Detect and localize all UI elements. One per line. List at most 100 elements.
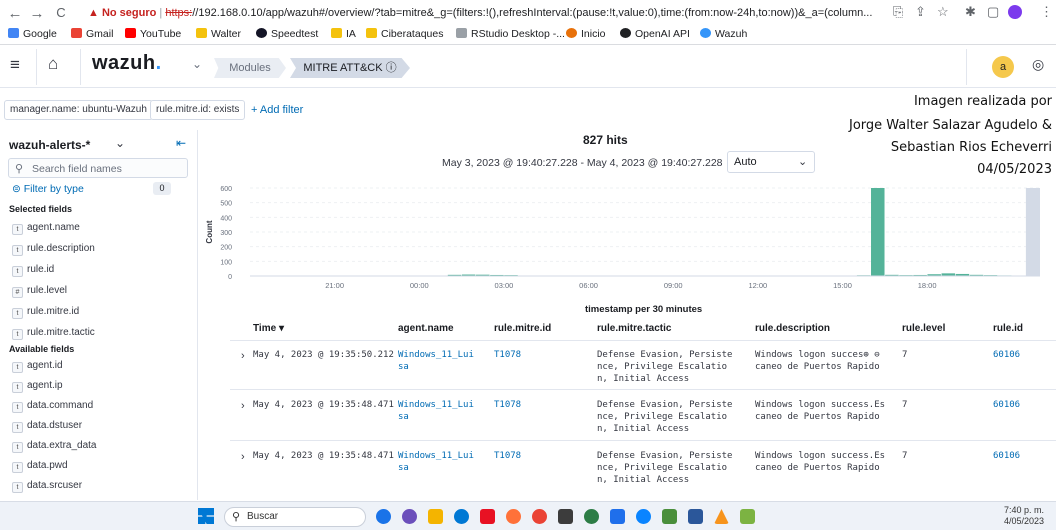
not-secure-warning[interactable]: ▲ No seguro — [88, 7, 156, 19]
help-icon[interactable]: ◎ — [1032, 56, 1044, 73]
taskbar-app-icon[interactable] — [636, 509, 651, 524]
column-header-level[interactable]: rule.level — [902, 323, 945, 334]
taskbar-app-icon[interactable] — [584, 509, 599, 524]
chrome-icon[interactable] — [532, 509, 547, 524]
star-icon[interactable]: ☆ — [937, 4, 949, 20]
tab-window-icon[interactable]: ▢ — [987, 4, 999, 20]
expand-row-icon[interactable]: › — [241, 350, 245, 362]
row-divider — [230, 389, 1056, 390]
profile-icon[interactable] — [1008, 5, 1022, 19]
cell-rule-id[interactable]: 60106 — [993, 450, 1020, 462]
windows-start-icon[interactable] — [198, 508, 214, 524]
vlc-icon[interactable] — [714, 509, 729, 524]
column-header-description[interactable]: rule.description — [755, 323, 830, 334]
cell-mitre-id[interactable]: T1078 — [494, 450, 521, 462]
reload-button[interactable]: C — [52, 5, 70, 20]
field-item[interactable]: t agent.name — [12, 222, 80, 235]
bookmark-gmail[interactable]: Gmail — [71, 28, 113, 40]
column-header-agent-name[interactable]: agent.name — [398, 323, 454, 334]
cell-mitre-id[interactable]: T1078 — [494, 399, 521, 411]
search-field-input[interactable]: ⚲ Search field names — [8, 158, 188, 178]
address-bar[interactable]: ▲ No seguro | https://192.168.0.10/app/w… — [88, 3, 883, 23]
cell-rule-id[interactable]: 60106 — [993, 399, 1020, 411]
expand-row-icon[interactable]: › — [241, 451, 245, 463]
firefox-icon[interactable] — [506, 509, 521, 524]
bookmark-speedtest[interactable]: Speedtest — [256, 28, 318, 40]
field-item[interactable]: t data.srcuser — [12, 480, 82, 493]
menu-icon[interactable]: ⋮ — [1040, 4, 1053, 20]
cell-agent[interactable]: Windows_11_Lui sa — [398, 450, 474, 474]
bookmark-wazuh[interactable]: Wazuh — [700, 28, 747, 40]
y-tick-label: 200 — [220, 245, 232, 252]
field-item[interactable]: t data.dstuser — [12, 420, 82, 433]
breadcrumb-mitre[interactable]: MITRE ATT&CK ⓘ — [290, 58, 410, 78]
hamburger-menu-icon[interactable]: ≡ — [10, 55, 20, 75]
field-item[interactable]: t rule.mitre.tactic — [12, 327, 95, 340]
filter-pill-mitre-id[interactable]: rule.mitre.id: exists — [150, 100, 246, 120]
breadcrumb-modules[interactable]: Modules — [214, 58, 286, 78]
edge-icon[interactable] — [454, 509, 469, 524]
field-item[interactable]: t data.pwd — [12, 460, 68, 473]
chevron-down-icon[interactable]: ⌄ — [192, 57, 202, 71]
cell-agent[interactable]: Windows_11_Lui sa — [398, 349, 474, 373]
column-header-rule-id[interactable]: rule.id — [993, 323, 1023, 334]
x-tick-label: 06:00 — [579, 281, 598, 290]
cell-time: May 4, 2023 @ 19:35:48.471 — [253, 451, 394, 461]
expand-row-icon[interactable]: › — [241, 400, 245, 412]
bookmark-rstudio[interactable]: RStudio Desktop -... — [456, 28, 565, 40]
word-icon[interactable] — [688, 509, 703, 524]
taskbar-app-icon[interactable] — [402, 509, 417, 524]
field-item[interactable]: t rule.mitre.id — [12, 306, 79, 319]
system-clock[interactable]: 7:40 p. m. 4/05/2023 — [1004, 505, 1044, 527]
interval-select[interactable]: Auto ⌄ — [727, 151, 815, 173]
column-header-mitre-id[interactable]: rule.mitre.id — [494, 323, 551, 334]
field-item[interactable]: t data.extra_data — [12, 440, 97, 453]
cell-rule-id[interactable]: 60106 — [993, 349, 1020, 361]
cell-mitre-id[interactable]: T1078 — [494, 349, 521, 361]
filter-pill-manager[interactable]: manager.name: ubuntu-Wazuh — [4, 100, 153, 120]
column-header-time[interactable]: Time ▾ — [253, 323, 284, 334]
cell-agent[interactable]: Windows_11_Lui sa — [398, 399, 474, 423]
translate-icon[interactable]: ⎘ — [893, 4, 903, 20]
youtube-app-icon[interactable] — [480, 509, 495, 524]
taskbar-app-icon[interactable] — [662, 509, 677, 524]
wazuh-icon — [700, 28, 711, 38]
column-header-mitre-tactic[interactable]: rule.mitre.tactic — [597, 323, 671, 334]
chevron-down-icon[interactable]: ⌄ — [115, 136, 125, 150]
app-header: ≡ ⌂ wazuh. ⌄ Modules MITRE ATT&CK ⓘ a ◎ — [0, 46, 1056, 88]
taskbar-app-icon[interactable] — [376, 509, 391, 524]
string-type-icon: t — [12, 329, 23, 340]
field-item[interactable]: t data.command — [12, 400, 93, 413]
bookmarks-bar: Google Gmail YouTube Walter Speedtest IA… — [0, 25, 1056, 44]
wazuh-logo[interactable]: wazuh. — [92, 52, 162, 75]
taskbar-app-icon[interactable] — [610, 509, 625, 524]
field-item[interactable]: t rule.description — [12, 243, 95, 256]
field-item[interactable]: t agent.id — [12, 360, 63, 373]
bookmark-youtube[interactable]: YouTube — [125, 28, 181, 40]
forward-button[interactable]: → — [28, 5, 46, 22]
taskbar-app-icon[interactable] — [558, 509, 573, 524]
add-filter-button[interactable]: + Add filter — [251, 104, 303, 116]
file-explorer-icon[interactable] — [428, 509, 443, 524]
field-item[interactable]: t agent.ip — [12, 380, 63, 393]
bookmark-walter[interactable]: Walter — [196, 28, 241, 40]
string-type-icon: t — [12, 382, 23, 393]
field-item[interactable]: t rule.id — [12, 264, 54, 277]
back-button[interactable]: ← — [6, 5, 24, 22]
avatar[interactable]: a — [992, 56, 1014, 78]
bookmark-ciberataques[interactable]: Ciberataques — [366, 28, 443, 40]
bookmark-openai[interactable]: OpenAI API — [620, 28, 690, 40]
bookmark-inicio[interactable]: Inicio — [566, 28, 606, 40]
filter-by-type-button[interactable]: ⊜ Filter by type — [12, 183, 84, 195]
home-icon[interactable]: ⌂ — [48, 54, 58, 74]
field-item[interactable]: # rule.level — [12, 285, 67, 298]
index-pattern-selector[interactable]: wazuh-alerts-* — [9, 138, 90, 152]
taskbar-app-icon[interactable] — [740, 509, 755, 524]
taskbar-search[interactable]: ⚲ Buscar — [224, 507, 366, 527]
bookmark-google[interactable]: Google — [8, 28, 57, 40]
x-tick-label: 09:00 — [664, 281, 683, 290]
share-icon[interactable]: ⇪ — [915, 4, 926, 20]
extensions-icon[interactable]: ✱ — [965, 4, 976, 20]
collapse-sidebar-icon[interactable]: ⇤ — [176, 136, 186, 150]
bookmark-ia[interactable]: IA — [331, 28, 356, 40]
